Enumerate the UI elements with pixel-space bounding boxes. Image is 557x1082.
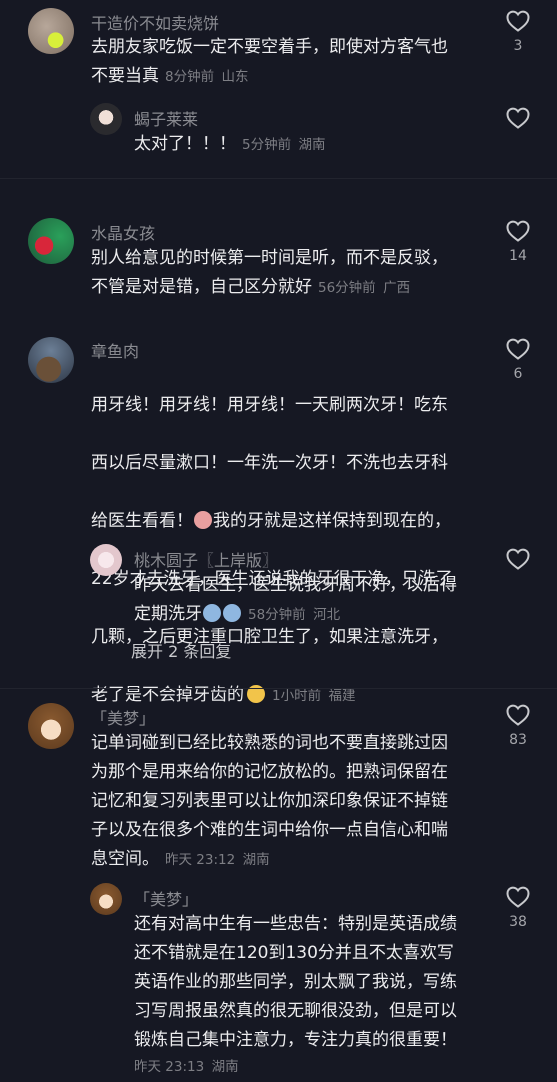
- username[interactable]: 「美梦」: [91, 705, 155, 729]
- comment-location: 湖南: [242, 852, 270, 868]
- username[interactable]: 水晶女孩: [91, 220, 155, 244]
- comment-time: 5分钟前: [242, 137, 292, 153]
- comment-line: 西以后尽量漱口！一年洗一次牙！不洗也去牙科: [91, 453, 448, 473]
- comment-line: 用牙线！用牙线！用牙线！一天刷两次牙！吃东: [91, 395, 448, 415]
- comment-time: 58分钟前: [248, 607, 306, 623]
- divider: [0, 178, 557, 179]
- avatar[interactable]: [28, 218, 74, 264]
- comment-text: 记单词碰到已经比较熟悉的词也不要直接跳过因 为那个是用来给你的记忆放松的。把熟词…: [91, 729, 501, 875]
- comment-body: 去朋友家吃饭一定不要空着手，即使对方客气也 不要当真: [91, 37, 448, 86]
- comment-time: 昨天 23:12: [165, 852, 236, 868]
- username[interactable]: 「美梦」: [134, 886, 198, 910]
- comment-meta: 昨天 23:13 湖南: [128, 1052, 528, 1082]
- like-button[interactable]: [501, 107, 535, 129]
- comment-location: 湖南: [211, 1059, 239, 1075]
- comment-text: 昨天去看医生，医生说我牙周不好，以后得 定期洗牙 58分钟前 河北: [134, 571, 514, 630]
- comment-body: 太对了！！！: [134, 134, 236, 154]
- like-button[interactable]: 83: [501, 704, 535, 748]
- like-count: 38: [509, 914, 527, 930]
- like-count: 83: [509, 732, 527, 748]
- comment-time: 1小时前: [272, 688, 322, 704]
- username[interactable]: 干造价不如卖烧饼: [91, 10, 219, 34]
- avatar[interactable]: [28, 337, 74, 383]
- comment-body: 还有对高中生有一些忠告：特别是英语成绩 还不错就是在120到130分并且不太喜欢…: [134, 914, 457, 1050]
- comment-location: 山东: [221, 69, 249, 85]
- comment-text: 去朋友家吃饭一定不要空着手，即使对方客气也 不要当真 8分钟前 山东: [91, 33, 491, 92]
- comment-location: 河北: [313, 607, 341, 623]
- comment-line-part: 给医生看看！: [91, 511, 193, 531]
- comment-time: 昨天 23:13: [134, 1059, 205, 1075]
- heart-outline-icon: [506, 548, 530, 570]
- comment-location: 广西: [383, 280, 411, 296]
- heart-outline-icon: [506, 107, 530, 129]
- face-emoji-icon: [203, 604, 221, 622]
- like-count: 14: [509, 248, 527, 264]
- like-button[interactable]: 6: [501, 338, 535, 382]
- face-emoji-icon: [223, 604, 241, 622]
- comment-location: 福建: [328, 688, 356, 704]
- comment-text: 还有对高中生有一些忠告：特别是英语成绩 还不错就是在120到130分并且不太喜欢…: [134, 910, 494, 1055]
- heart-outline-icon: [506, 338, 530, 360]
- heart-outline-icon: [506, 704, 530, 726]
- avatar[interactable]: [28, 8, 74, 54]
- avatar[interactable]: [90, 883, 122, 915]
- comment-line: 给医生看看！ 我的牙就是这样保持到现在的，: [91, 507, 511, 536]
- comment-time: 56分钟前: [318, 280, 376, 296]
- heart-outline-icon: [506, 10, 530, 32]
- like-button[interactable]: 3: [501, 10, 535, 54]
- heart-outline-icon: [506, 220, 530, 242]
- avatar[interactable]: [90, 103, 122, 135]
- like-button[interactable]: 38: [501, 886, 535, 930]
- face-emoji-icon: [194, 511, 212, 529]
- avatar[interactable]: [90, 544, 122, 576]
- comment-text: 别人给意见的时候第一时间是听，而不是反驳， 不管是对是错，自己区分就好 56分钟前…: [91, 244, 491, 303]
- username[interactable]: 章鱼肉: [91, 338, 139, 362]
- like-button[interactable]: [501, 548, 535, 570]
- comment-text: 太对了！！！ 5分钟前 湖南: [134, 130, 534, 160]
- heart-outline-icon: [506, 886, 530, 908]
- avatar[interactable]: [28, 703, 74, 749]
- comment-body: 记单词碰到已经比较熟悉的词也不要直接跳过因 为那个是用来给你的记忆放松的。把熟词…: [91, 733, 448, 869]
- like-count: 6: [513, 366, 523, 382]
- comment-time: 8分钟前: [165, 69, 215, 85]
- expand-replies-link[interactable]: 展开 2 条回复: [131, 638, 231, 662]
- username[interactable]: 蝎子莱莱: [134, 106, 198, 130]
- divider: [0, 688, 557, 689]
- comment-location: 湖南: [298, 137, 326, 153]
- like-button[interactable]: 14: [501, 220, 535, 264]
- like-count: 3: [513, 38, 523, 54]
- username[interactable]: 桃木圆子〖上岸版〗: [134, 547, 278, 571]
- comment-line-part: 我的牙就是这样保持到现在的，: [213, 511, 451, 531]
